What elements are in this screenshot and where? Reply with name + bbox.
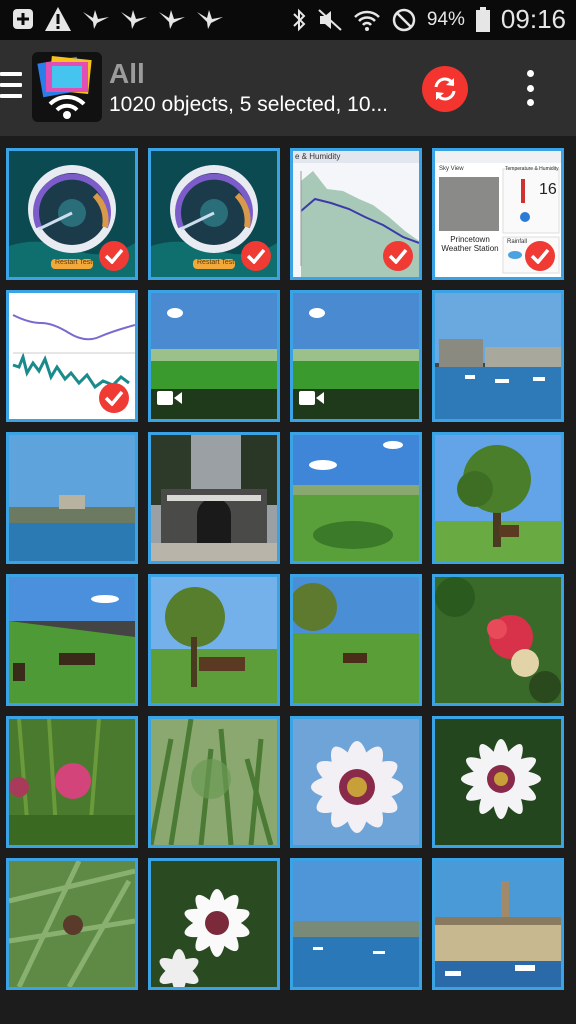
thumbnail-image — [293, 577, 419, 703]
thumbnail-image — [435, 861, 561, 987]
thumbnail-button-label: Restart Test — [55, 259, 93, 266]
thumbnail-image — [151, 577, 277, 703]
bird-icon — [197, 10, 223, 29]
photo-thumbnail[interactable] — [432, 716, 564, 848]
thumbnail-image — [435, 435, 561, 561]
refresh-button[interactable] — [422, 66, 468, 112]
selected-check-icon — [383, 241, 413, 271]
thumbnail-image — [9, 577, 135, 703]
photo-thumbnail[interactable] — [432, 574, 564, 706]
thumbnail-image — [293, 435, 419, 561]
selected-check-icon — [99, 241, 129, 271]
thumbnail-image — [151, 435, 277, 561]
thumbnail-header-text: e & Humidity — [295, 152, 341, 161]
station-label: Princetown Weather Station — [441, 235, 499, 253]
thumbnail-image — [9, 435, 135, 561]
photo-thumbnail[interactable] — [290, 290, 422, 422]
thumbnail-image — [151, 861, 277, 987]
thumbnail-image — [293, 861, 419, 987]
thumbnail-image — [435, 293, 561, 419]
add-icon — [13, 9, 33, 29]
selected-check-icon — [525, 241, 555, 271]
photo-thumbnail[interactable] — [6, 716, 138, 848]
photo-thumbnail[interactable] — [6, 432, 138, 564]
thumbnail-image — [151, 719, 277, 845]
bird-icon — [83, 10, 109, 29]
thumbnail-button-label: Restart Test — [197, 259, 235, 266]
selected-check-icon — [241, 241, 271, 271]
app-logo-icon — [32, 52, 102, 122]
thumbnail-image — [435, 577, 561, 703]
mute-icon — [318, 8, 342, 31]
photo-thumbnail[interactable] — [6, 290, 138, 422]
selection-summary: 1020 objects, 5 selected, 10... — [109, 93, 389, 116]
overflow-menu-icon[interactable] — [526, 70, 534, 106]
app-bar: All 1020 objects, 5 selected, 10... — [0, 40, 576, 136]
clock: 09:16 — [500, 4, 566, 34]
menu-icon[interactable] — [0, 72, 22, 102]
photo-thumbnail[interactable] — [290, 716, 422, 848]
wifi-icon — [354, 10, 380, 31]
sync-icon — [434, 77, 456, 101]
thumbnail-image — [293, 719, 419, 845]
thumbnail-image — [9, 861, 135, 987]
status-bar: 94% 09:16 — [0, 0, 576, 40]
blocked-icon — [392, 8, 416, 31]
weather-value: 16 — [539, 181, 557, 198]
bluetooth-icon — [293, 8, 306, 31]
photo-thumbnail[interactable] — [290, 858, 422, 990]
video-camera-icon — [299, 390, 325, 411]
page-title: All — [109, 58, 145, 89]
bird-icon — [121, 10, 147, 29]
thumbnail-image — [9, 719, 135, 845]
photo-thumbnail[interactable] — [6, 858, 138, 990]
thumbnail-image — [435, 719, 561, 845]
photo-thumbnail[interactable]: Restart Test — [6, 148, 138, 280]
warning-icon — [45, 7, 71, 31]
photo-thumbnail[interactable] — [148, 574, 280, 706]
photo-thumbnail[interactable] — [432, 432, 564, 564]
photo-thumbnail[interactable] — [148, 432, 280, 564]
photo-thumbnail[interactable] — [148, 290, 280, 422]
photo-thumbnail[interactable]: Restart Test — [148, 148, 280, 280]
photo-thumbnail[interactable] — [432, 290, 564, 422]
photo-thumbnail[interactable] — [148, 858, 280, 990]
photo-thumbnail[interactable] — [432, 858, 564, 990]
selected-check-icon — [99, 383, 129, 413]
photo-thumbnail[interactable] — [290, 574, 422, 706]
video-camera-icon — [157, 390, 183, 411]
photo-thumbnail[interactable] — [148, 716, 280, 848]
photo-thumbnail[interactable] — [6, 574, 138, 706]
battery-percent: 94% — [426, 8, 465, 30]
temperature-label: Temperature & Humidity — [505, 166, 559, 172]
bird-icon — [159, 10, 185, 29]
rainfall-label: Rainfall — [507, 239, 528, 245]
sky-view-label: Sky View — [439, 166, 464, 172]
photo-thumbnail[interactable] — [290, 432, 422, 564]
photo-thumbnail[interactable]: Sky View Temperature & Humidity 16 Princeto… — [432, 148, 564, 280]
battery-icon — [475, 6, 490, 32]
photo-thumbnail[interactable]: e & Humidity — [290, 148, 422, 280]
